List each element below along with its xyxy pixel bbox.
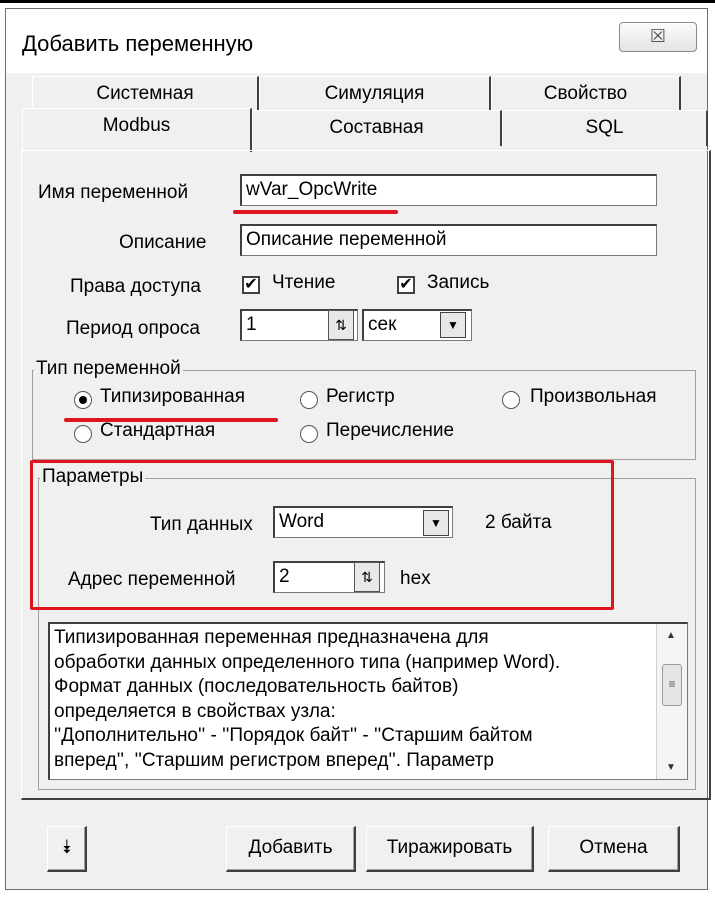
radio-register[interactable] xyxy=(300,391,318,409)
radio-typed-label: Типизированная xyxy=(100,386,246,407)
write-checkbox[interactable]: ✔ xyxy=(397,276,415,294)
chevron-down-icon[interactable]: ▼ xyxy=(440,312,466,338)
expand-button[interactable]: ⯯ xyxy=(47,826,87,872)
description-line: определяется в свойствах узла: xyxy=(54,700,336,722)
description-line: обработки данных определенного типа (нап… xyxy=(54,651,561,673)
radio-standard[interactable] xyxy=(74,425,92,443)
scroll-down-icon[interactable]: ▼ xyxy=(666,762,676,773)
description-line: Типизированная переменная предназначена … xyxy=(54,627,489,648)
description-line: ''Дополнительно'' - ''Порядок байт'' - '… xyxy=(54,725,533,746)
replicate-button[interactable]: Тиражировать xyxy=(366,826,534,872)
tab-sistemnaya[interactable]: Системная xyxy=(32,76,259,112)
description-label: Описание xyxy=(119,232,207,253)
read-label: Чтение xyxy=(272,272,336,293)
params-highlight-box xyxy=(30,460,614,610)
radio-enum-label: Перечисление xyxy=(326,420,455,441)
close-button[interactable]: ☒ xyxy=(619,22,697,52)
spin-updown-icon[interactable]: ⇅ xyxy=(328,310,354,340)
tab-label: Свойство xyxy=(543,83,628,104)
tab-svoystvo[interactable]: Свойство xyxy=(491,76,681,112)
period-unit-value: сек xyxy=(368,314,397,335)
close-icon: ☒ xyxy=(649,26,667,46)
radio-arbitrary-label: Произвольная xyxy=(530,386,657,407)
type-description-box[interactable]: Типизированная переменная предназначена … xyxy=(48,622,688,780)
title-bar: Добавить переменную ☒ xyxy=(6,9,707,73)
scroll-up-icon[interactable]: ▲ xyxy=(666,630,676,641)
tab-label: Modbus xyxy=(102,115,171,136)
var-name-input[interactable]: wVar_OpcWrite xyxy=(240,174,657,206)
poll-period-label: Период опроса xyxy=(66,318,200,339)
tab-label: Симуляция xyxy=(324,83,425,104)
tab-label: Составная xyxy=(329,117,424,138)
check-icon: ✔ xyxy=(399,276,413,293)
radio-typed[interactable] xyxy=(74,391,92,409)
var-type-title: Тип переменной xyxy=(34,358,183,380)
tab-sostavnaya[interactable]: Составная xyxy=(252,110,502,146)
top-border-line xyxy=(0,0,715,3)
tab-simulyaciya[interactable]: Симуляция xyxy=(259,76,491,112)
add-button[interactable]: Добавить xyxy=(226,826,356,872)
name-highlight-underline xyxy=(233,210,398,214)
radio-arbitrary[interactable] xyxy=(502,391,520,409)
scroll-thumb[interactable]: ≡ xyxy=(662,664,682,706)
radio-enum[interactable] xyxy=(300,425,318,443)
read-checkbox[interactable]: ✔ xyxy=(242,276,260,294)
cancel-button[interactable]: Отмена xyxy=(548,826,680,872)
description-line: Формат данных (последовательность байтов… xyxy=(54,676,459,697)
description-scrollbar[interactable]: ▲ ≡ ▼ xyxy=(656,624,687,779)
dialog-title: Добавить переменную xyxy=(22,31,254,56)
var-name-label: Имя переменной xyxy=(38,182,189,203)
tab-modbus[interactable]: Modbus xyxy=(22,108,252,152)
check-icon: ✔ xyxy=(244,276,258,293)
description-line: вперед'', ''Старшим регистром вперед''. … xyxy=(54,749,494,771)
radio-standard-label: Стандартная xyxy=(100,420,216,441)
radio-register-label: Регистр xyxy=(326,386,395,407)
var-type-group xyxy=(32,370,696,460)
type-description-text: Типизированная переменная предназначена … xyxy=(54,626,654,773)
tab-label: SQL xyxy=(585,117,624,138)
double-down-arrow-icon: ⯯ xyxy=(60,837,73,858)
description-input[interactable]: Описание переменной xyxy=(240,224,657,256)
tab-sql[interactable]: SQL xyxy=(502,110,708,146)
tab-label: Системная xyxy=(96,83,194,104)
write-label: Запись xyxy=(427,272,490,293)
access-rights-label: Права доступа xyxy=(70,276,201,297)
